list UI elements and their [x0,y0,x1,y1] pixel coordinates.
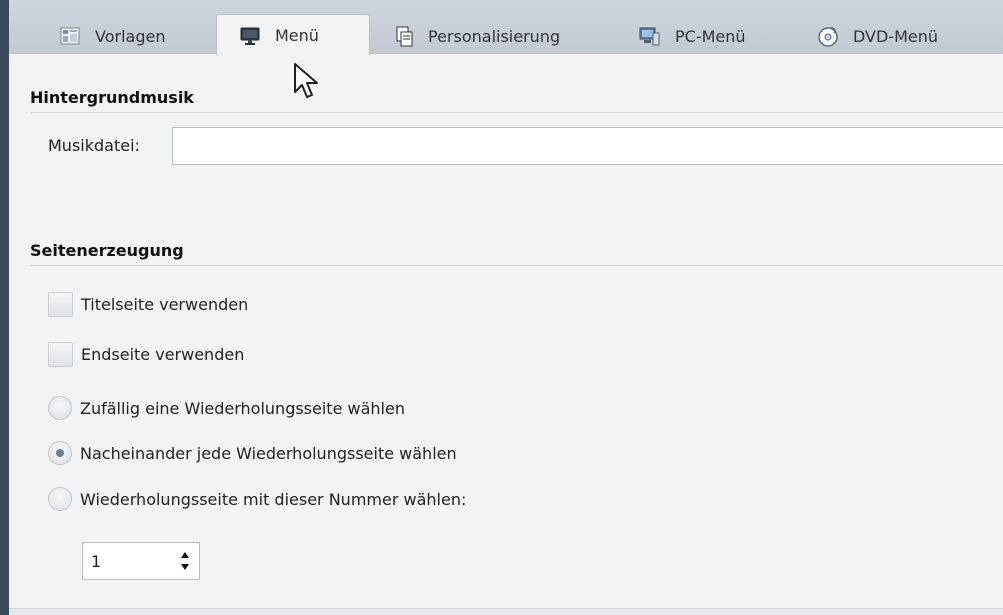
tab-label: Menü [275,25,319,45]
tab-menu[interactable]: Menü [216,14,370,55]
window-left-edge [0,0,9,615]
pc-menu-icon [639,25,661,47]
page-generation-heading: Seitenerzeugung [30,241,1003,266]
tab-personalisierung[interactable]: Personalisierung [370,18,578,54]
sequential-repeat-option[interactable]: Nacheinander jede Wiederholungsseite wäh… [48,441,457,465]
templates-icon [59,25,81,47]
copy-pages-icon [392,25,414,47]
tab-label: Personalisierung [428,26,561,46]
repeat-number-spinner[interactable]: 1 [82,542,200,580]
title-page-option[interactable]: Titelseite verwenden [48,292,248,317]
background-music-heading: Hintergrundmusik [30,88,1003,113]
end-page-label: Endseite verwenden [81,345,245,364]
tab-vorlagen[interactable]: Vorlagen [37,18,183,54]
tab-label: DVD-Menü [853,26,939,46]
dvd-disc-icon [817,25,839,47]
title-page-checkbox[interactable] [48,292,73,317]
number-repeat-label: Wiederholungsseite mit dieser Nummer wäh… [80,489,467,509]
title-page-label: Titelseite verwenden [81,295,249,314]
tab-label: Vorlagen [95,26,166,46]
tab-pc-menu[interactable]: PC-Menü [617,18,764,54]
music-file-label: Musikdatei: [48,136,140,155]
random-repeat-label: Zufällig eine Wiederholungsseite wählen [80,398,405,418]
repeat-number-value[interactable]: 1 [91,552,101,571]
random-repeat-radio[interactable] [48,396,72,420]
random-repeat-option[interactable]: Zufällig eine Wiederholungsseite wählen [48,396,405,420]
sequential-repeat-radio[interactable] [48,441,72,465]
end-page-checkbox[interactable] [48,342,73,367]
spinner-arrows-icon[interactable] [179,549,191,573]
end-page-option[interactable]: Endseite verwenden [48,342,244,367]
music-file-input[interactable] [172,127,1003,165]
mouse-cursor-icon [294,63,318,98]
sequential-repeat-label: Nacheinander jede Wiederholungsseite wäh… [80,443,457,463]
monitor-icon [239,24,261,46]
tab-dvd-menu[interactable]: DVD-Menü [795,18,956,54]
panel-bottom-border [9,608,1003,615]
number-repeat-option[interactable]: Wiederholungsseite mit dieser Nummer wäh… [48,487,466,511]
menu-settings-panel: Vorlagen Menü Personalisierung PC-Menü D… [0,0,1003,615]
tab-strip: Vorlagen Menü Personalisierung PC-Menü D… [9,0,1003,55]
tab-label: PC-Menü [675,26,746,46]
number-repeat-radio[interactable] [48,487,72,511]
